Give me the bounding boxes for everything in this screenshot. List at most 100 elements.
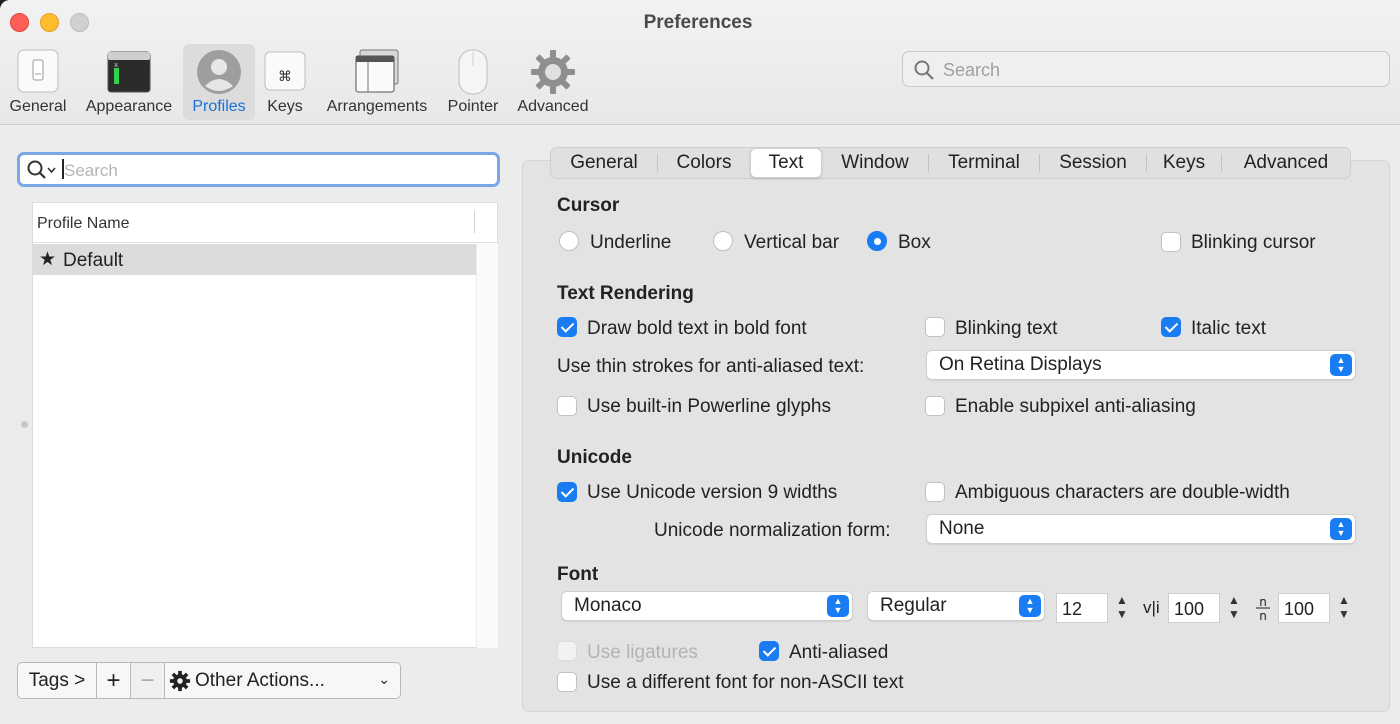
- table-row[interactable]: ★ Default: [33, 244, 476, 275]
- anti-aliased-label: Anti-aliased: [789, 642, 889, 663]
- tags-button[interactable]: Tags >: [17, 662, 97, 699]
- horizontal-spacing-stepper[interactable]: ▲ ▼: [1225, 593, 1243, 623]
- cursor-underline-radio[interactable]: [559, 231, 579, 251]
- unicode-v9-widths-label: Use Unicode version 9 widths: [587, 482, 838, 503]
- gear-icon: [531, 50, 575, 94]
- search-icon: [914, 60, 934, 80]
- italic-text-checkbox[interactable]: [1161, 317, 1181, 337]
- horizontal-spacing-icon: v|i: [1143, 598, 1160, 617]
- profile-search-field[interactable]: Search: [17, 152, 500, 187]
- subpixel-antialiasing-label: Enable subpixel anti-aliasing: [955, 396, 1196, 417]
- horizontal-spacing-value: 100: [1174, 599, 1205, 619]
- other-actions-label: Other Actions...: [195, 669, 325, 691]
- toolbar: Preferences General x Appearance Profile…: [0, 0, 1400, 125]
- ambiguous-double-width-label: Ambiguous characters are double-width: [955, 482, 1290, 503]
- window-title: Preferences: [643, 12, 753, 33]
- profile-name-column-header[interactable]: Profile Name: [37, 215, 129, 233]
- other-actions-button[interactable]: Other Actions... ⌄: [165, 662, 401, 699]
- unicode-v9-widths-checkbox[interactable]: [557, 482, 577, 502]
- toolbar-advanced-label: Advanced: [517, 98, 589, 115]
- thin-strokes-popup[interactable]: On Retina Displays ▲ ▼: [926, 350, 1356, 380]
- normalization-form-label: Unicode normalization form:: [654, 520, 891, 541]
- svg-text:⌘: ⌘: [278, 69, 292, 85]
- tab-text[interactable]: Text: [750, 148, 822, 178]
- vertical-spacing-icon: n n: [1256, 595, 1270, 622]
- toolbar-arrangements[interactable]: Arrangements: [318, 44, 436, 120]
- tab-advanced[interactable]: Advanced: [1222, 148, 1350, 178]
- thin-strokes-value: On Retina Displays: [939, 354, 1102, 375]
- svg-text:n: n: [1259, 609, 1267, 622]
- search-icon: [27, 160, 56, 179]
- use-ligatures-label: Use ligatures: [587, 642, 698, 663]
- profile-table-header: Profile Name: [33, 203, 499, 243]
- normalization-form-popup[interactable]: None ▲ ▼: [926, 514, 1356, 544]
- up-down-arrows-icon: ▲ ▼: [1330, 354, 1352, 376]
- tab-session[interactable]: Session: [1040, 148, 1146, 178]
- unicode-section-heading: Unicode: [557, 447, 632, 468]
- toolbar-appearance[interactable]: x Appearance: [80, 44, 178, 120]
- svg-text:n: n: [1259, 595, 1267, 609]
- profile-table: Profile Name ★ Default: [32, 202, 499, 648]
- ambiguous-double-width-checkbox[interactable]: [925, 482, 945, 502]
- toolbar-keys[interactable]: ⌘ Keys: [260, 44, 310, 120]
- non-ascii-font-checkbox[interactable]: [557, 672, 577, 692]
- person-icon: [197, 50, 241, 94]
- up-down-arrows-icon: ▲ ▼: [827, 595, 849, 617]
- preferences-window: Preferences General x Appearance Profile…: [0, 0, 1400, 724]
- profile-search-placeholder: Search: [64, 161, 118, 180]
- font-size-value: 12: [1062, 599, 1083, 619]
- profile-actions-bar: Tags > + − Other Actions... ⌄: [17, 662, 401, 699]
- blinking-text-label: Blinking text: [955, 318, 1058, 339]
- use-ligatures-checkbox[interactable]: [557, 641, 577, 661]
- thin-strokes-label: Use thin strokes for anti-aliased text:: [557, 356, 865, 377]
- window-arrangement-icon: [355, 49, 399, 93]
- cursor-vertical-bar-label: Vertical bar: [744, 232, 840, 253]
- vertical-spacing-stepper[interactable]: ▲ ▼: [1335, 593, 1353, 623]
- up-down-arrows-icon: ▲ ▼: [1019, 595, 1041, 617]
- subpixel-antialiasing-checkbox[interactable]: [925, 396, 945, 416]
- font-style-value: Regular: [880, 595, 947, 616]
- cursor-section-heading: Cursor: [557, 195, 620, 216]
- powerline-glyphs-label: Use built-in Powerline glyphs: [587, 396, 831, 417]
- cursor-box-radio[interactable]: [867, 231, 887, 251]
- vertical-spacing-value: 100: [1284, 599, 1315, 619]
- toolbar-general[interactable]: General: [4, 44, 72, 120]
- toolbar-advanced[interactable]: Advanced: [512, 44, 594, 120]
- vertical-spacing-field[interactable]: 100: [1278, 593, 1330, 623]
- up-down-arrows-icon: ▲ ▼: [1330, 518, 1352, 540]
- tab-general[interactable]: General: [551, 148, 657, 178]
- font-family-popup[interactable]: Monaco ▲ ▼: [561, 591, 853, 621]
- horizontal-spacing-field[interactable]: 100: [1168, 593, 1220, 623]
- toolbar-general-label: General: [9, 98, 67, 115]
- font-size-field[interactable]: 12: [1056, 593, 1108, 623]
- anti-aliased-checkbox[interactable]: [759, 641, 779, 661]
- preferences-search-field[interactable]: Search: [902, 51, 1390, 87]
- profile-tab-bar: General Colors Text Window Terminal Sess…: [550, 147, 1351, 179]
- text-rendering-section-heading: Text Rendering: [557, 283, 694, 304]
- blinking-text-checkbox[interactable]: [925, 317, 945, 337]
- chevron-down-icon: ⌄: [378, 671, 390, 687]
- toolbar-profiles[interactable]: Profiles: [183, 44, 255, 120]
- tab-window[interactable]: Window: [822, 148, 928, 178]
- tab-colors[interactable]: Colors: [658, 148, 750, 178]
- gear-icon: [169, 670, 191, 691]
- draw-bold-checkbox[interactable]: [557, 317, 577, 337]
- blinking-cursor-checkbox[interactable]: [1161, 232, 1181, 252]
- remove-profile-button[interactable]: −: [131, 662, 165, 699]
- font-size-stepper[interactable]: ▲ ▼: [1113, 593, 1131, 623]
- add-profile-button[interactable]: +: [97, 662, 131, 699]
- tab-terminal[interactable]: Terminal: [929, 148, 1039, 178]
- general-switch-icon: [17, 49, 59, 93]
- column-divider: [474, 211, 475, 233]
- powerline-glyphs-checkbox[interactable]: [557, 396, 577, 416]
- scrollbar[interactable]: [476, 244, 498, 648]
- split-view-handle[interactable]: [21, 421, 28, 428]
- toolbar-pointer[interactable]: Pointer: [442, 44, 504, 120]
- cursor-underline-label: Underline: [590, 232, 672, 253]
- cursor-vertical-bar-radio[interactable]: [713, 231, 733, 251]
- font-family-value: Monaco: [574, 595, 642, 616]
- font-style-popup[interactable]: Regular ▲ ▼: [867, 591, 1045, 621]
- draw-bold-label: Draw bold text in bold font: [587, 318, 807, 339]
- tab-keys[interactable]: Keys: [1147, 148, 1221, 178]
- toolbar-arrangements-label: Arrangements: [326, 98, 428, 115]
